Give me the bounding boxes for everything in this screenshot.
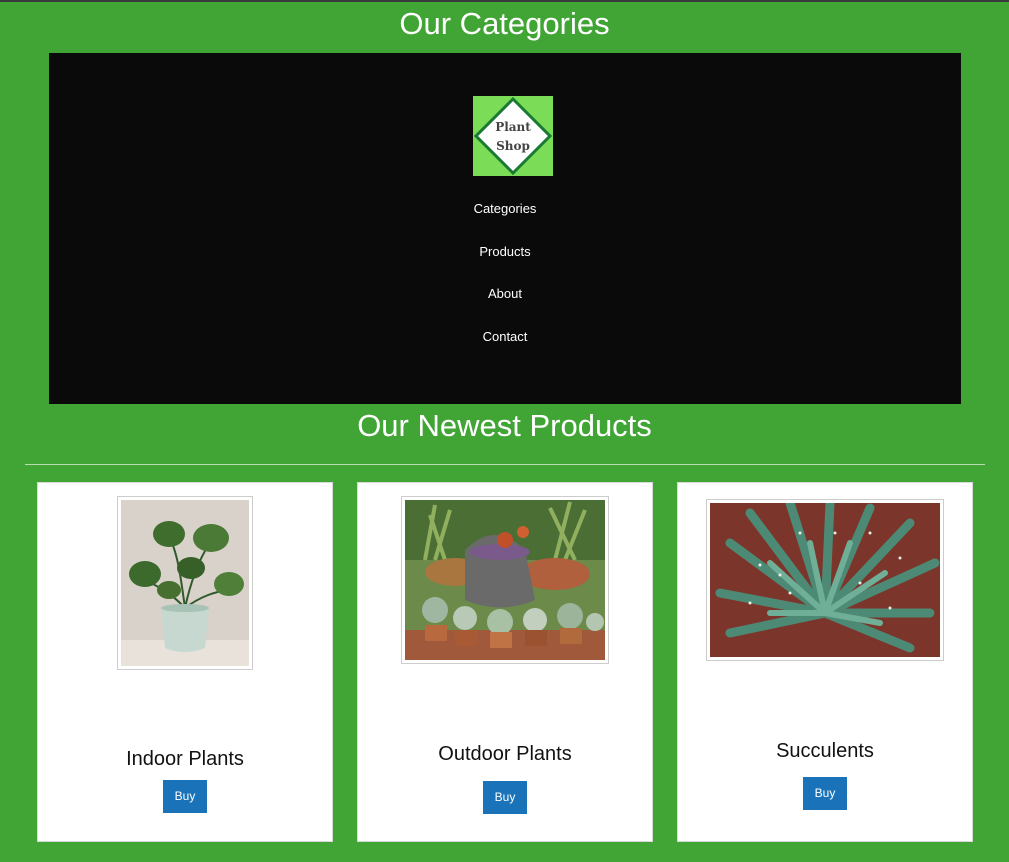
- product-title: Indoor Plants: [126, 748, 244, 770]
- newest-products-heading: Our Newest Products: [357, 408, 652, 443]
- nav-link-categories[interactable]: Categories: [49, 201, 961, 216]
- nav-link-contact[interactable]: Contact: [49, 329, 961, 344]
- logo-text-shop: Shop: [496, 139, 530, 153]
- categories-heading: Our Categories: [399, 6, 610, 41]
- aloe-succulent-image[interactable]: [706, 499, 944, 661]
- buy-button[interactable]: Buy: [483, 781, 527, 814]
- monstera-in-pot-image[interactable]: [117, 496, 253, 670]
- buy-button[interactable]: Buy: [163, 780, 207, 813]
- logo-diamond-icon: [473, 96, 553, 176]
- plant-shop-logo[interactable]: Plant Shop: [473, 96, 553, 176]
- product-title: Outdoor Plants: [438, 743, 572, 765]
- product-title: Succulents: [776, 740, 874, 762]
- buy-button[interactable]: Buy: [803, 777, 847, 810]
- section-divider: [25, 464, 985, 465]
- product-card-indoor-plants: Indoor Plants Buy: [37, 482, 333, 842]
- outdoor-succulent-garden-image[interactable]: [401, 496, 609, 664]
- product-card-succulents: Succulents Buy: [677, 482, 973, 842]
- product-card-outdoor-plants: Outdoor Plants Buy: [357, 482, 653, 842]
- top-border: [0, 0, 1009, 2]
- navigation-panel: Plant Shop Categories Products About Con…: [49, 53, 961, 404]
- nav-link-products[interactable]: Products: [49, 244, 961, 259]
- nav-link-about[interactable]: About: [49, 286, 961, 301]
- logo-text-plant: Plant: [495, 120, 531, 134]
